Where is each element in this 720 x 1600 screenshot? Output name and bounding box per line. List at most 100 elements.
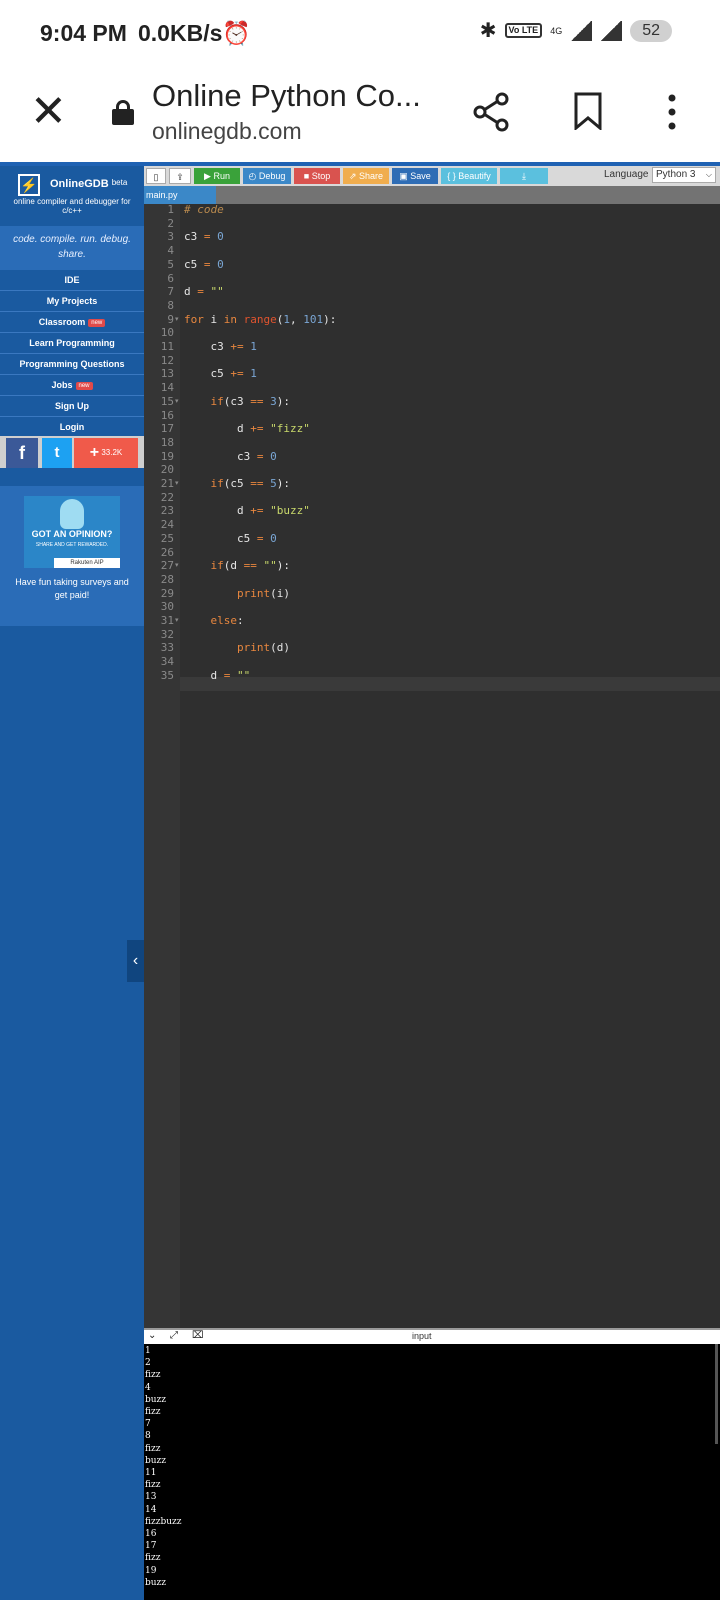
active-line-highlight <box>180 677 720 691</box>
sidebar-item-label: Programming Questions <box>19 359 125 369</box>
facebook-icon[interactable]: f <box>6 438 38 468</box>
sidebar-item-label: IDE <box>64 275 80 285</box>
output-line: 17 <box>145 1541 157 1552</box>
language-select[interactable]: Python 3 ⌵ <box>652 167 716 183</box>
sidebar-nav: IDE My Projects Classroom new Learn Progr… <box>0 270 144 438</box>
sidebar-item-login[interactable]: Login <box>0 417 144 438</box>
clear-console-icon[interactable]: ⌧ <box>192 1330 204 1341</box>
battery-indicator: 52 <box>630 19 672 42</box>
sidebar-item-my-projects[interactable]: My Projects <box>0 291 144 312</box>
share-count-button[interactable]: + 33.2K <box>74 438 138 468</box>
line-number: 1 <box>167 204 174 216</box>
code-line[interactable]: c3 += 1 <box>184 340 256 353</box>
code-line[interactable]: c3 = 0 <box>184 450 277 463</box>
line-number: 10 <box>160 326 174 340</box>
output-line: fizz <box>145 1480 161 1491</box>
code-line[interactable]: print(d) <box>184 641 290 654</box>
download-icon: ⤓ <box>522 171 526 181</box>
stop-button[interactable]: ■ Stop <box>294 168 340 184</box>
twitter-icon[interactable]: t <box>42 438 72 468</box>
new-file-icon[interactable]: ▯ <box>146 168 166 184</box>
fold-arrow-icon[interactable]: ▾ <box>175 397 179 405</box>
code-line[interactable]: c5 = 0 <box>184 532 277 545</box>
download-button[interactable]: ⤓ <box>500 168 548 184</box>
fold-arrow-icon[interactable]: ▾ <box>175 479 179 487</box>
ad-caption[interactable]: Have fun taking surveys and get paid! <box>10 576 134 602</box>
sidebar-item-jobs[interactable]: Jobs new <box>0 375 144 396</box>
status-time: 9:04 PM <box>40 20 127 46</box>
code-line[interactable]: d = "" <box>184 669 250 682</box>
console-scrollbar[interactable] <box>715 1344 718 1444</box>
code-line[interactable]: d += "buzz" <box>184 504 310 517</box>
code-line[interactable]: else: <box>184 614 244 627</box>
line-number: 17 <box>160 422 174 436</box>
code-line[interactable]: for i in range(1, 101): <box>184 313 336 326</box>
sidebar-item-programming-questions[interactable]: Programming Questions <box>0 354 144 375</box>
line-number: 13 <box>160 367 174 381</box>
ad-image[interactable]: GOT AN OPINION? SHARE AND GET REWARDED. … <box>24 496 120 568</box>
bookmark-icon[interactable] <box>574 92 602 130</box>
code-line[interactable]: c5 = 0 <box>184 258 224 271</box>
share-icon[interactable] <box>472 92 512 132</box>
tab-main-py[interactable]: main.py <box>144 186 216 204</box>
fold-arrow-icon[interactable]: ▾ <box>175 616 179 624</box>
code-line[interactable]: if(c3 == 3): <box>184 395 291 408</box>
code-line[interactable]: d = "" <box>184 285 224 298</box>
output-line: buzz <box>145 1455 167 1466</box>
collapse-sidebar-icon[interactable]: ‹ <box>127 940 144 982</box>
fold-arrow-icon[interactable]: ▾ <box>175 561 179 569</box>
brand-name: OnlineGDB beta <box>50 178 127 190</box>
code-line[interactable]: if(d == ""): <box>184 559 291 572</box>
code-line[interactable]: print(i) <box>184 587 290 600</box>
output-line: fizzbuzz <box>145 1516 182 1527</box>
sidebar-item-ide[interactable]: IDE <box>0 270 144 291</box>
share-code-icon: ⇗ <box>348 171 359 181</box>
share-button[interactable]: ⇗ Share <box>343 168 389 184</box>
line-number: 6 <box>167 271 174 285</box>
page-url[interactable]: onlinegdb.com <box>152 118 302 145</box>
debug-icon: ◴ <box>248 171 259 181</box>
sidebar-item-label: Jobs <box>51 380 73 390</box>
bluetooth-icon: ✱ <box>479 20 497 42</box>
sidebar-item-sign-up[interactable]: Sign Up <box>0 396 144 417</box>
fold-arrow-icon[interactable]: ▾ <box>175 315 179 323</box>
status-icons: ✱ Vo LTE 4G 52 <box>480 18 672 43</box>
output-console[interactable]: 1 2 fizz 4 buzz fizz 7 8 fizz buzz 11 fizz 13 14 fizzb… <box>144 1344 720 1600</box>
ad-brand: Rakuten AIP <box>54 558 120 568</box>
line-number: 18 <box>160 435 174 449</box>
more-options-icon[interactable] <box>668 94 676 130</box>
line-number: 2 <box>167 216 174 230</box>
expand-icon[interactable]: ⤢ <box>170 1330 178 1341</box>
chevron-down-icon[interactable]: ⌄ <box>148 1330 156 1341</box>
code-line[interactable]: if(c5 == 5): <box>184 477 291 490</box>
code-line[interactable]: d += "fizz" <box>184 422 310 435</box>
logo[interactable]: ⚡ OnlineGDB beta online compiler and deb… <box>0 166 144 226</box>
lightning-icon: ⚡ <box>18 174 40 196</box>
alarm-icon: ⏰ <box>222 20 251 46</box>
debug-label: Debug <box>258 171 286 181</box>
upload-icon[interactable]: ⇪ <box>169 168 191 184</box>
browser-toolbar: ✕ Online Python Co... onlinegdb.com <box>0 70 720 162</box>
advertisement[interactable]: GOT AN OPINION? SHARE AND GET REWARDED. … <box>0 486 144 626</box>
close-icon[interactable]: ✕ <box>30 90 67 134</box>
beautify-button[interactable]: { } Beautify <box>441 168 497 184</box>
code-line[interactable]: # code <box>184 204 224 216</box>
line-number: 16 <box>160 408 174 422</box>
lock-icon[interactable] <box>112 100 134 125</box>
language-label: Language <box>604 169 649 180</box>
line-number: 28 <box>160 572 174 586</box>
line-number: 23 <box>160 504 174 518</box>
sidebar-item-classroom[interactable]: Classroom new <box>0 312 144 333</box>
code-line[interactable]: c5 += 1 <box>184 367 256 380</box>
run-button[interactable]: ▶ Run <box>194 168 240 184</box>
sidebar-item-label: Sign Up <box>55 401 89 411</box>
debug-button[interactable]: ◴ Debug <box>243 168 291 184</box>
code-line[interactable]: c3 = 0 <box>184 230 224 243</box>
save-button[interactable]: ▣ Save <box>392 168 438 184</box>
page-title[interactable]: Online Python Co... <box>152 78 421 114</box>
output-panel-bar: ⌄ ⤢ ⌧ input <box>144 1328 720 1344</box>
save-icon: ▣ <box>399 171 411 181</box>
code-editor[interactable]: 1 2 3 4 5 6 7 8 9 ▾ 10 11 12 13 14 15 ▾ 16 17 18 19 20 21 ▾ 22 23… <box>144 204 720 1328</box>
sidebar-item-learn-programming[interactable]: Learn Programming <box>0 333 144 354</box>
input-label: input <box>412 1331 432 1341</box>
